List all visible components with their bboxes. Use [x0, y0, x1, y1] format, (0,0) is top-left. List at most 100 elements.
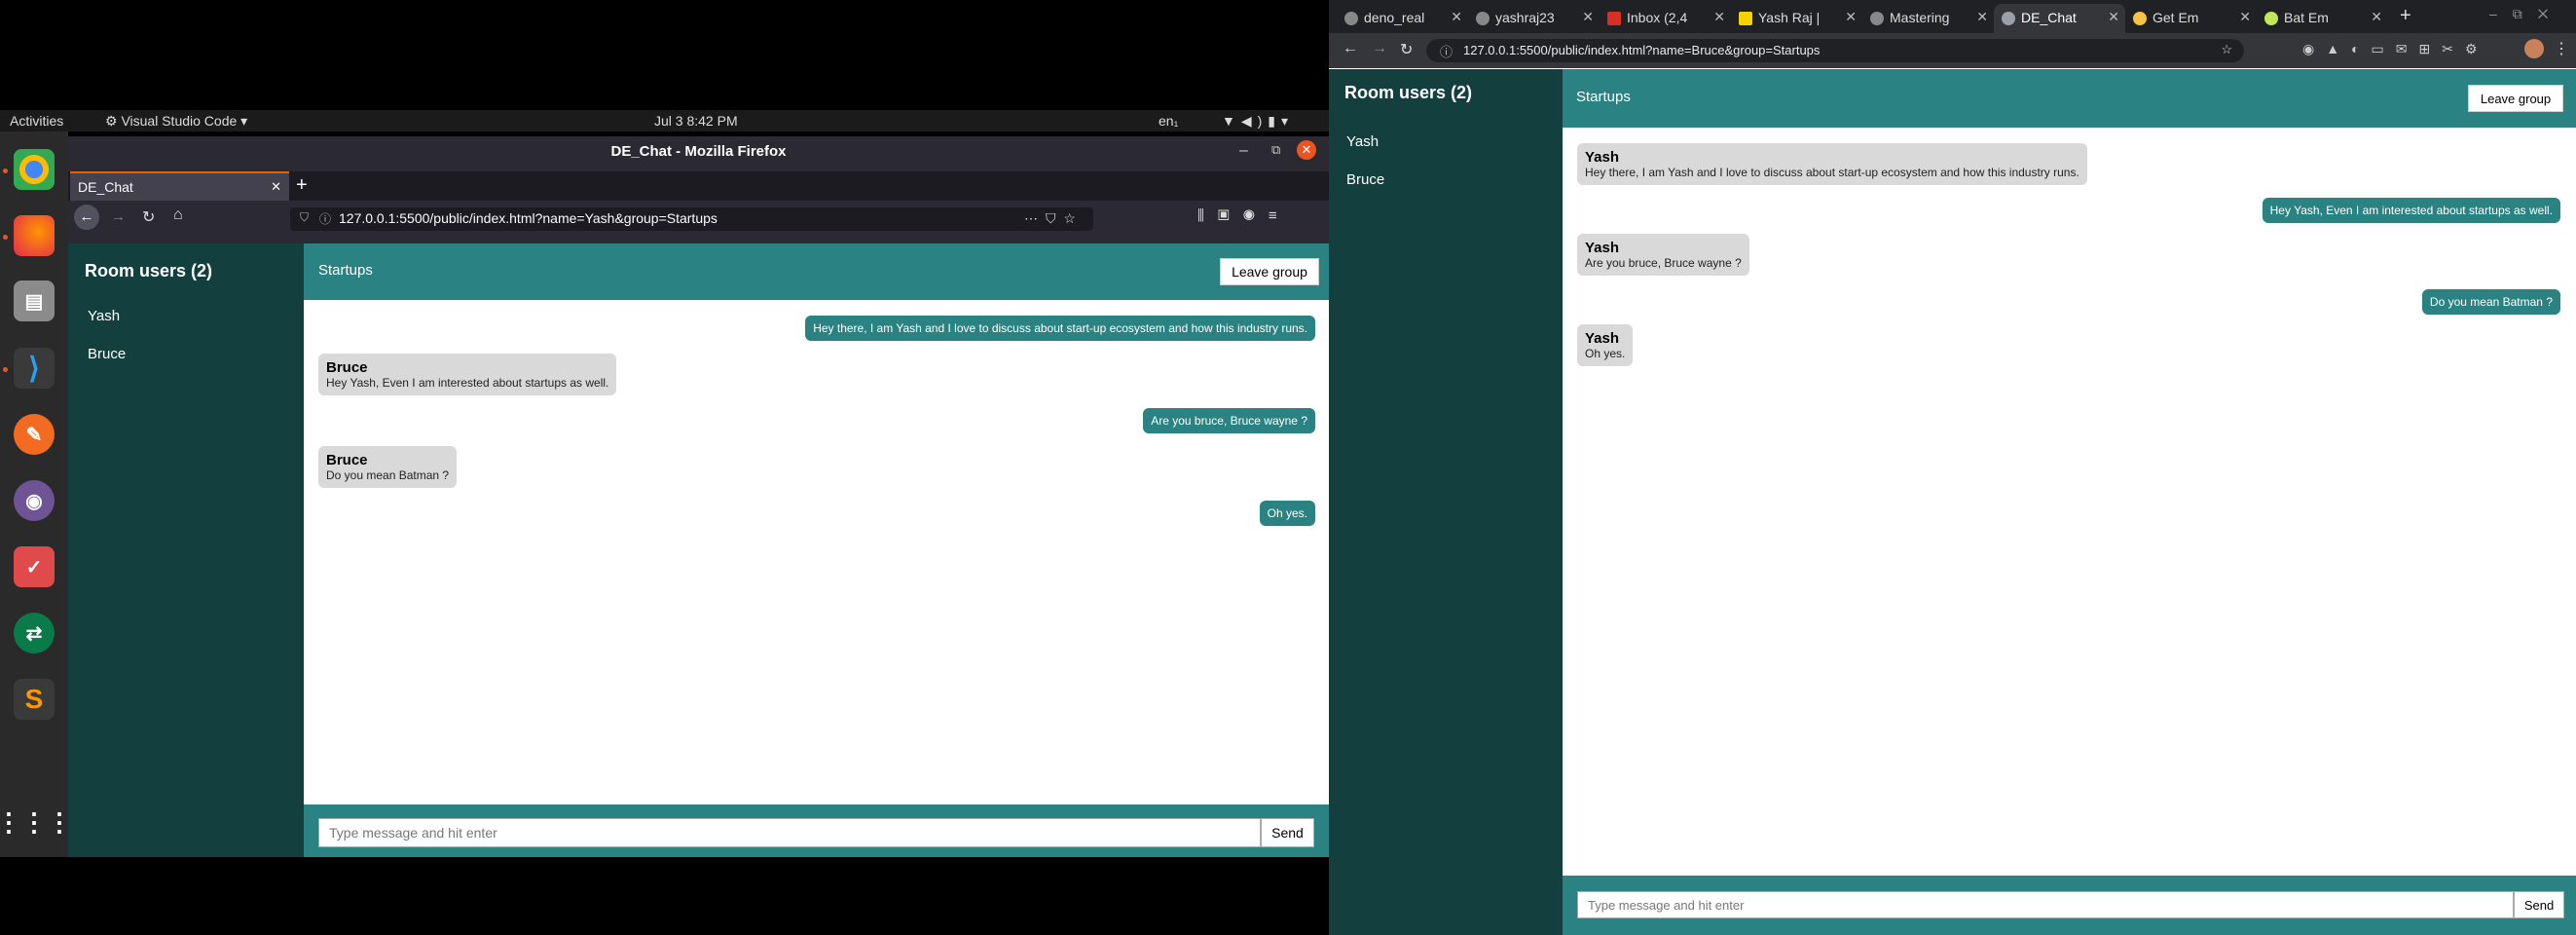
message-list: Yash Hey there, I am Yash and I love to …: [1563, 128, 2576, 876]
message-incoming: Yash Are you bruce, Bruce wayne ?: [1577, 234, 1749, 276]
info-icon[interactable]: ⓘ: [1440, 42, 1453, 60]
message-outgoing: Hey Yash, Even I am interested about sta…: [2262, 198, 2560, 223]
close-tab-icon[interactable]: ✕: [1451, 9, 1462, 25]
system-tray-icons[interactable]: ▼◀)▮▾: [1222, 113, 1294, 130]
back-icon[interactable]: ←: [1343, 40, 1358, 57]
new-tab-icon[interactable]: +: [2400, 5, 2411, 27]
tab-bat-emoji[interactable]: Bat Em ✕: [2257, 4, 2388, 33]
tab-title: DE_Chat: [2021, 10, 2077, 25]
close-tab-icon[interactable]: ✕: [2239, 9, 2251, 25]
window-title: DE_Chat - Mozilla Firefox: [68, 136, 1329, 171]
message-incoming: Bruce Do you mean Batman ?: [318, 446, 458, 488]
message-text: Are you bruce, Bruce wayne ?: [1585, 256, 1742, 270]
tab-yash-raj[interactable]: Yash Raj | ✕: [1731, 4, 1862, 33]
tab-title: deno_real: [1364, 10, 1425, 25]
leave-group-button[interactable]: Leave group: [1220, 258, 1319, 285]
message-incoming: Bruce Hey Yash, Even I am interested abo…: [318, 354, 617, 395]
language-indicator[interactable]: en₁: [1159, 113, 1178, 129]
firefox-window: DE_Chat - Mozilla Firefox – ⧉ ✕ DE_Chat …: [68, 136, 1329, 857]
gmail-icon: [1607, 12, 1621, 25]
tab-de-chat[interactable]: DE_Chat ✕: [70, 171, 289, 201]
chrome-tab-strip: deno_real ✕ yashraj23 ✕ Inbox (2,4 ✕ Yash R…: [1329, 0, 2576, 33]
extension-icons[interactable]: ◉▲◐▭✉⊞✂⚙: [2302, 41, 2489, 57]
tab-deno-real[interactable]: deno_real ✕: [1337, 4, 1468, 33]
leave-group-button[interactable]: Leave group: [2468, 85, 2563, 112]
close-tab-icon[interactable]: ✕: [1713, 9, 1725, 25]
postman-icon[interactable]: ✎: [14, 414, 55, 455]
message-input[interactable]: [1577, 891, 2514, 918]
room-sidebar: Room users (2) Yash Bruce: [68, 243, 304, 857]
restore-icon[interactable]: ⧉: [1271, 142, 1280, 158]
tab-de-chat[interactable]: DE_Chat ✕: [1994, 4, 2125, 33]
send-button[interactable]: Send: [1261, 818, 1314, 847]
toolbar-icons[interactable]: ⫼▣◉≡: [1197, 207, 1291, 224]
close-tab-icon[interactable]: ✕: [1582, 9, 1594, 25]
close-tab-icon[interactable]: ✕: [1976, 9, 1988, 25]
message-sender: Bruce: [326, 452, 368, 468]
vscode-icon[interactable]: ⟩: [14, 348, 55, 389]
activities-button[interactable]: Activities: [10, 113, 63, 129]
minimize-icon[interactable]: –: [1239, 142, 1248, 160]
left-screen: Activities ⚙ Visual Studio Code ▾ Jul 3 …: [0, 0, 1329, 935]
back-icon[interactable]: ←: [74, 205, 99, 230]
reload-icon[interactable]: ↻: [1400, 40, 1413, 59]
show-applications-icon[interactable]: ⋮⋮⋮: [0, 802, 72, 842]
github-desktop-icon[interactable]: ◉: [14, 480, 55, 521]
new-tab-icon[interactable]: +: [296, 174, 308, 197]
ubuntu-dock: ▤ ⟩ ✎ ◉ ✓ ⇄ S ⋮⋮⋮: [0, 131, 72, 857]
close-tab-icon[interactable]: ✕: [271, 179, 281, 195]
clock[interactable]: Jul 3 8:42 PM: [654, 113, 738, 129]
forward-icon[interactable]: →: [111, 208, 126, 225]
app-menu[interactable]: ⚙ Visual Studio Code ▾: [105, 113, 247, 130]
url-bar[interactable]: ⓘ 127.0.0.1:5500/public/index.html?name=…: [1426, 39, 2244, 62]
todo-icon[interactable]: ✓: [14, 546, 55, 587]
chrome-icon[interactable]: [14, 149, 55, 190]
emoji-icon: [2264, 12, 2278, 25]
menu-icon[interactable]: ⋮: [2554, 39, 2569, 58]
tab-title: Yash Raj |: [1758, 10, 1821, 25]
tab-yashraj23[interactable]: yashraj23 ✕: [1468, 4, 1600, 33]
reload-icon[interactable]: ↻: [142, 207, 155, 227]
tab-inbox[interactable]: Inbox (2,4 ✕: [1600, 4, 1731, 33]
window-controls[interactable]: –⧉✕: [2489, 6, 2563, 22]
message-incoming: Yash Oh yes.: [1577, 324, 1634, 366]
user-list-item: Bruce: [88, 346, 127, 362]
close-tab-icon[interactable]: ✕: [2108, 9, 2119, 25]
page-actions-icons[interactable]: ⋯⛉☆: [1024, 210, 1084, 227]
forward-icon[interactable]: →: [1372, 40, 1387, 57]
files-icon[interactable]: ▤: [14, 280, 55, 321]
message-list: Hey there, I am Yash and I love to discu…: [304, 300, 1329, 804]
close-tab-icon[interactable]: ✕: [1845, 9, 1857, 25]
tab-title: Inbox (2,4: [1627, 10, 1688, 25]
info-icon[interactable]: ⓘ: [319, 210, 331, 227]
avatar[interactable]: [2524, 39, 2544, 58]
close-tab-icon[interactable]: ✕: [2371, 9, 2382, 25]
firefox-icon[interactable]: [14, 215, 55, 256]
room-sidebar: Room users (2) Yash Bruce: [1329, 69, 1563, 935]
remote-desktop-icon[interactable]: ⇄: [14, 613, 55, 654]
message-text: Hey Yash, Even I am interested about sta…: [326, 376, 609, 390]
home-icon[interactable]: ⌂: [173, 206, 183, 224]
chat-page: Room users (2) Yash Bruce Startups Leave…: [68, 243, 1329, 857]
tab-mastering[interactable]: Mastering ✕: [1862, 4, 1994, 33]
sublime-text-icon[interactable]: S: [14, 679, 55, 720]
shield-icon[interactable]: ⛉: [300, 210, 309, 225]
message-outgoing: Oh yes.: [1259, 501, 1315, 526]
close-window-icon[interactable]: ✕: [1297, 140, 1316, 160]
tab-title: yashraj23: [1495, 10, 1555, 25]
chat-header: Startups Leave group: [304, 243, 1329, 300]
group-name: Startups: [318, 262, 373, 279]
tab-get-emoji[interactable]: Get Em ✕: [2125, 4, 2257, 33]
message-outgoing: Are you bruce, Bruce wayne ?: [1143, 408, 1315, 433]
chat-header: Startups Leave group: [1563, 69, 2576, 128]
message-input[interactable]: [318, 818, 1261, 847]
send-button[interactable]: Send: [2514, 891, 2564, 918]
tab-title: Bat Em: [2284, 10, 2329, 25]
vscode-icon: ⚙: [105, 113, 122, 129]
message-outgoing: Hey there, I am Yash and I love to discu…: [805, 316, 1315, 341]
bookmark-star-icon[interactable]: ☆: [2221, 42, 2232, 57]
url-text: 127.0.0.1:5500/public/index.html?name=Br…: [1463, 43, 1821, 57]
app-menu-label: Visual Studio Code: [121, 113, 238, 129]
url-bar[interactable]: ⛉ ⓘ 127.0.0.1:5500/public/index.html?nam…: [290, 207, 1093, 231]
user-list-item: Bruce: [1346, 171, 1385, 188]
